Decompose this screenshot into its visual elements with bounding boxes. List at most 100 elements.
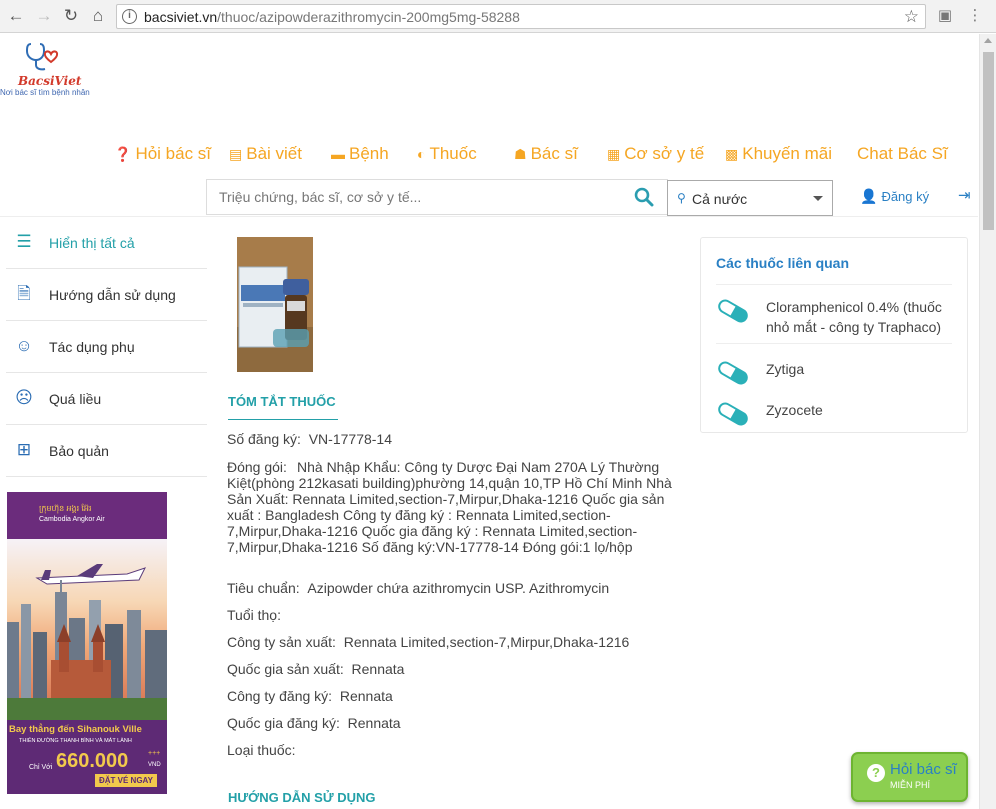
menu-dots-icon[interactable]: ⋮ bbox=[965, 6, 985, 26]
nav-medicine[interactable]: ◐ Thuốc bbox=[417, 144, 477, 164]
related-drugs-panel: Các thuốc liên quan Cloramphenicol 0.4% … bbox=[700, 237, 968, 433]
reload-icon[interactable]: ↻ bbox=[61, 6, 81, 26]
sidebar-item-overdose[interactable]: ☹ Quá liều bbox=[6, 373, 207, 425]
address-bar[interactable]: i bacsiviet.vn/thuoc/azipowderazithromyc… bbox=[116, 4, 926, 29]
nav-doctors[interactable]: ☗ Bác sĩ bbox=[514, 144, 578, 164]
sidebar-item-side-effects[interactable]: ☺ Tác dụng phụ bbox=[6, 321, 207, 373]
ask-doctor-float-button[interactable]: ? Hỏi bác sĩ MIỄN PHÍ bbox=[851, 752, 968, 802]
nav-label: Bệnh bbox=[349, 144, 389, 163]
registration-country-value: Rennata bbox=[347, 715, 401, 731]
manufacturer-country-row: Quốc gia sản xuất: Rennata bbox=[227, 661, 677, 677]
registering-company-value: Rennata bbox=[339, 688, 393, 704]
main-navigation: ❓ Hỏi bác sĩ ▤ Bài viết ▬ Bệnh ◐ Thuốc ☗ Bác … bbox=[0, 144, 978, 168]
packaging-value: Nhà Nhập Khẩu: Công ty Dược Đại Nam 270A… bbox=[227, 459, 672, 555]
sidebar-item-label: Bảo quản bbox=[49, 443, 109, 459]
scroll-up-arrow-icon[interactable] bbox=[984, 38, 992, 43]
manufacturer-row: Công ty sản xuất: Rennata Limited,sectio… bbox=[227, 634, 677, 650]
user-plus-icon: 👤 bbox=[860, 188, 878, 204]
stethoscope-heart-icon bbox=[25, 43, 59, 71]
manufacturer-value: Rennata Limited,section-7,Mirpur,Dhaka-1… bbox=[343, 634, 630, 650]
registration-label: Số đăng ký: bbox=[227, 431, 301, 447]
hospital-icon: ▦ bbox=[607, 146, 621, 162]
question-circle-icon: ❓ bbox=[114, 146, 132, 162]
capsule-icon bbox=[718, 402, 748, 426]
page-scrollbar[interactable] bbox=[979, 34, 996, 809]
back-arrow-icon[interactable]: ← bbox=[6, 6, 26, 26]
location-value: Cả nước bbox=[692, 191, 748, 207]
location-select[interactable]: ⚲ Cả nước bbox=[667, 180, 833, 216]
logo-name: BacsiViet bbox=[18, 74, 82, 88]
url-text[interactable]: bacsiviet.vn/thuoc/azipowderazithromycin… bbox=[144, 9, 520, 25]
ad-subheadline: THIÊN ĐƯỜNG THANH BÌNH VÀ MÁT LÀNH bbox=[19, 738, 132, 744]
site-logo[interactable]: BacsiViet Nơi bác sĩ tìm bệnh nhân bbox=[0, 42, 96, 102]
bookmark-star-icon[interactable]: ☆ bbox=[904, 7, 919, 27]
registration-country-row: Quốc gia đăng ký: Rennata bbox=[227, 715, 677, 731]
manufacturer-country-value: Rennata bbox=[351, 661, 405, 677]
summary-title-underline bbox=[228, 419, 338, 420]
forward-arrow-icon[interactable]: → bbox=[34, 6, 54, 26]
packaging-label: Đóng gói: bbox=[227, 459, 287, 475]
document-icon: 🗎 bbox=[17, 284, 31, 303]
standard-value: Azipowder chứa azithromycin USP. Azithro… bbox=[307, 580, 610, 596]
drug-type-label: Loại thuốc: bbox=[227, 742, 296, 758]
nav-articles[interactable]: ▤ Bài viết bbox=[229, 144, 302, 164]
ad-brand-khmer: ក្រុមហ៊ុន អង្គរ អ៊ែរ bbox=[39, 504, 92, 513]
nav-label: Cơ sở y tế bbox=[624, 144, 705, 163]
scrollbar-thumb[interactable] bbox=[983, 52, 994, 230]
extension-icon[interactable]: ▣ bbox=[935, 6, 955, 26]
ad-price-suffix: +++ bbox=[148, 750, 161, 757]
sidebar-item-show-all[interactable]: ☰ Hiển thị tất cả bbox=[6, 217, 207, 269]
sidebar-item-label: Tác dụng phụ bbox=[49, 339, 135, 355]
nav-chat-doctor[interactable]: Chat Bác Sĩ bbox=[857, 144, 948, 164]
ad-headline: Bay thẳng đến Sihanouk Ville bbox=[9, 724, 142, 735]
float-button-label: Hỏi bác sĩ bbox=[890, 761, 957, 778]
nav-ask-doctor[interactable]: ❓ Hỏi bác sĩ bbox=[114, 144, 211, 164]
nav-diseases[interactable]: ▬ Bệnh bbox=[331, 144, 389, 164]
register-link[interactable]: 👤 Đăng ký bbox=[860, 188, 929, 205]
register-label: Đăng ký bbox=[881, 189, 930, 204]
nav-label: Chat Bác Sĩ bbox=[857, 144, 948, 163]
home-icon[interactable]: ⌂ bbox=[88, 6, 108, 26]
standard-row: Tiêu chuẩn: Azipowder chứa azithromycin … bbox=[227, 580, 677, 596]
logo-slogan: Nơi bác sĩ tìm bệnh nhân bbox=[0, 88, 90, 97]
chevron-down-icon bbox=[813, 196, 823, 201]
nav-label: Bài viết bbox=[246, 144, 302, 163]
sidebar-item-label: Quá liều bbox=[49, 391, 102, 407]
standard-label: Tiêu chuẩn: bbox=[227, 580, 300, 596]
drug-type-row: Loại thuốc: bbox=[227, 742, 677, 758]
related-drug-name[interactable]: Cloramphenicol 0.4% (thuốc nhỏ mắt - côn… bbox=[766, 297, 956, 337]
related-divider bbox=[716, 343, 952, 344]
nav-label: Bác sĩ bbox=[530, 144, 578, 163]
sign-in-icon[interactable]: ⇥ bbox=[958, 186, 971, 204]
search-input[interactable] bbox=[207, 180, 627, 214]
ad-brand: Cambodia Angkor Air bbox=[39, 516, 105, 523]
ad-cta-button[interactable]: ĐẶT VÉ NGAY bbox=[95, 774, 157, 787]
meh-face-icon: ☺ bbox=[15, 336, 33, 355]
nav-label: Thuốc bbox=[429, 144, 477, 163]
question-circle-icon: ? bbox=[867, 764, 885, 782]
url-path: /thuoc/azipowderazithromycin-200mg5mg-58… bbox=[217, 9, 520, 25]
related-drug-name[interactable]: Zyzocete bbox=[766, 400, 956, 420]
nav-label: Hỏi bác sĩ bbox=[135, 144, 212, 163]
registration-value: VN-17778-14 bbox=[308, 431, 392, 447]
info-icon[interactable]: i bbox=[122, 9, 137, 24]
packaging-value-wrap: Nhà Nhập Khẩu: Công ty Dược Đại Nam 270A… bbox=[227, 459, 677, 555]
toggle-icon: ◐ bbox=[417, 146, 426, 162]
capsule-icon bbox=[718, 299, 748, 323]
medkit-icon: ⊞ bbox=[16, 440, 32, 459]
registering-company-row: Công ty đăng ký: Rennata bbox=[227, 688, 677, 704]
search-icon[interactable] bbox=[634, 187, 654, 207]
related-drug-name[interactable]: Zytiga bbox=[766, 359, 956, 379]
newspaper-icon: ▤ bbox=[229, 146, 243, 162]
browser-toolbar: ← → ↻ ⌂ i bacsiviet.vn/thuoc/azipowderaz… bbox=[0, 0, 996, 33]
nav-facilities[interactable]: ▦ Cơ sở y tế bbox=[607, 144, 704, 164]
bed-icon: ▬ bbox=[331, 146, 345, 162]
nav-promotions[interactable]: ▩ Khuyến mãi bbox=[725, 144, 832, 164]
product-photo bbox=[237, 237, 313, 372]
sidebar-item-usage[interactable]: 🗎 Hướng dẫn sử dụng bbox=[6, 269, 207, 321]
manufacturer-country-label: Quốc gia sản xuất: bbox=[227, 661, 344, 677]
url-host: bacsiviet.vn bbox=[144, 9, 218, 25]
sidebar-item-storage[interactable]: ⊞ Bảo quản bbox=[6, 425, 207, 477]
ad-banner[interactable]: ក្រុមហ៊ុន អង្គរ អ៊ែរ Cambodia Angkor Air… bbox=[7, 492, 167, 794]
packaging-row: Đóng gói: Nhà Nhập Khẩu: Công ty Dược Đạ… bbox=[227, 459, 677, 555]
